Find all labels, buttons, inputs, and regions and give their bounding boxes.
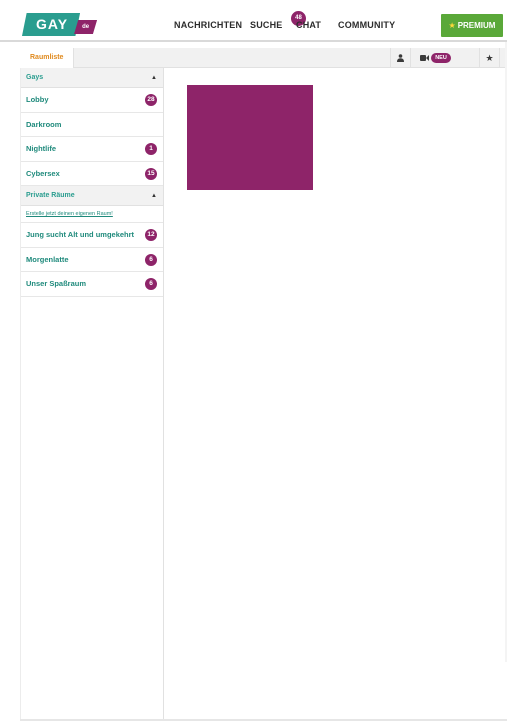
room-user-count: 6 [145,253,157,266]
room-item-lobby[interactable]: Lobby 28 [21,88,163,113]
room-label: Jung sucht Alt und umgekehrt [26,230,135,239]
section-gays-header[interactable]: Gays ▲ [21,68,163,88]
section-title: Gays [26,74,44,81]
favorites-button[interactable]: ★ [479,48,499,68]
premium-button[interactable]: ★ PREMIUM [441,14,503,37]
room-list-sidebar: Gays ▲ Lobby 28 Darkroom Nightlife 1 Cyb… [20,68,164,721]
nav-community[interactable]: COMMUNITY [338,20,395,30]
content-placeholder-block [187,85,313,190]
room-item-darkroom[interactable]: Darkroom [21,113,163,137]
chat-toolbar: Raumliste NEU ★ ⚙ [20,48,507,69]
user-button[interactable] [390,48,410,68]
room-label: Morgenlatte [26,254,69,264]
logo-text: GAY [22,13,81,36]
room-user-count: 1 [145,143,157,155]
create-room-link[interactable]: Erstelle jetzt deinen eigenen Raum! [21,206,163,223]
room-item-jung-sucht-alt[interactable]: Jung sucht Alt und umgekehrt 12 [21,223,163,248]
star-icon: ★ [448,21,456,30]
room-item-cybersex[interactable]: Cybersex 15 [21,162,163,186]
room-user-count: 12 [145,229,157,241]
caret-up-icon: ▲ [151,193,157,199]
premium-label: PREMIUM [457,21,496,30]
room-label: Cybersex [26,168,60,178]
nav-nachrichten[interactable]: NACHRICHTEN [174,20,242,30]
video-camera-icon [420,55,430,61]
room-item-morgenlatte[interactable]: Morgenlatte 6 [21,248,163,272]
room-label: Nightlife [26,144,56,153]
webcam-button[interactable]: NEU [410,48,460,68]
section-private-header[interactable]: Private Räume ▲ [21,186,163,206]
top-navigation: GAY de NACHRICHTEN SUCHE 48 CHAT COMMUNI… [0,0,507,42]
room-user-count: 28 [145,94,157,106]
room-item-unser-spassraum[interactable]: Unser Spaßraum 6 [21,272,163,297]
room-user-count: 15 [145,167,157,180]
nav-chat[interactable]: CHAT [296,20,321,30]
caret-up-icon: ▲ [151,75,157,81]
room-label: Lobby [26,95,49,104]
room-label: Unser Spaßraum [26,279,87,288]
room-item-nightlife[interactable]: Nightlife 1 [21,137,163,162]
star-icon: ★ [485,52,494,63]
nav-suche[interactable]: SUCHE [250,20,283,30]
user-icon [397,54,404,62]
room-user-count: 6 [145,278,157,290]
room-label: Darkroom [26,119,62,129]
tab-raumliste[interactable]: Raumliste [20,48,74,69]
section-title: Private Räume [26,192,75,199]
site-logo[interactable]: GAY de [22,13,98,36]
neu-badge: NEU [431,53,451,63]
